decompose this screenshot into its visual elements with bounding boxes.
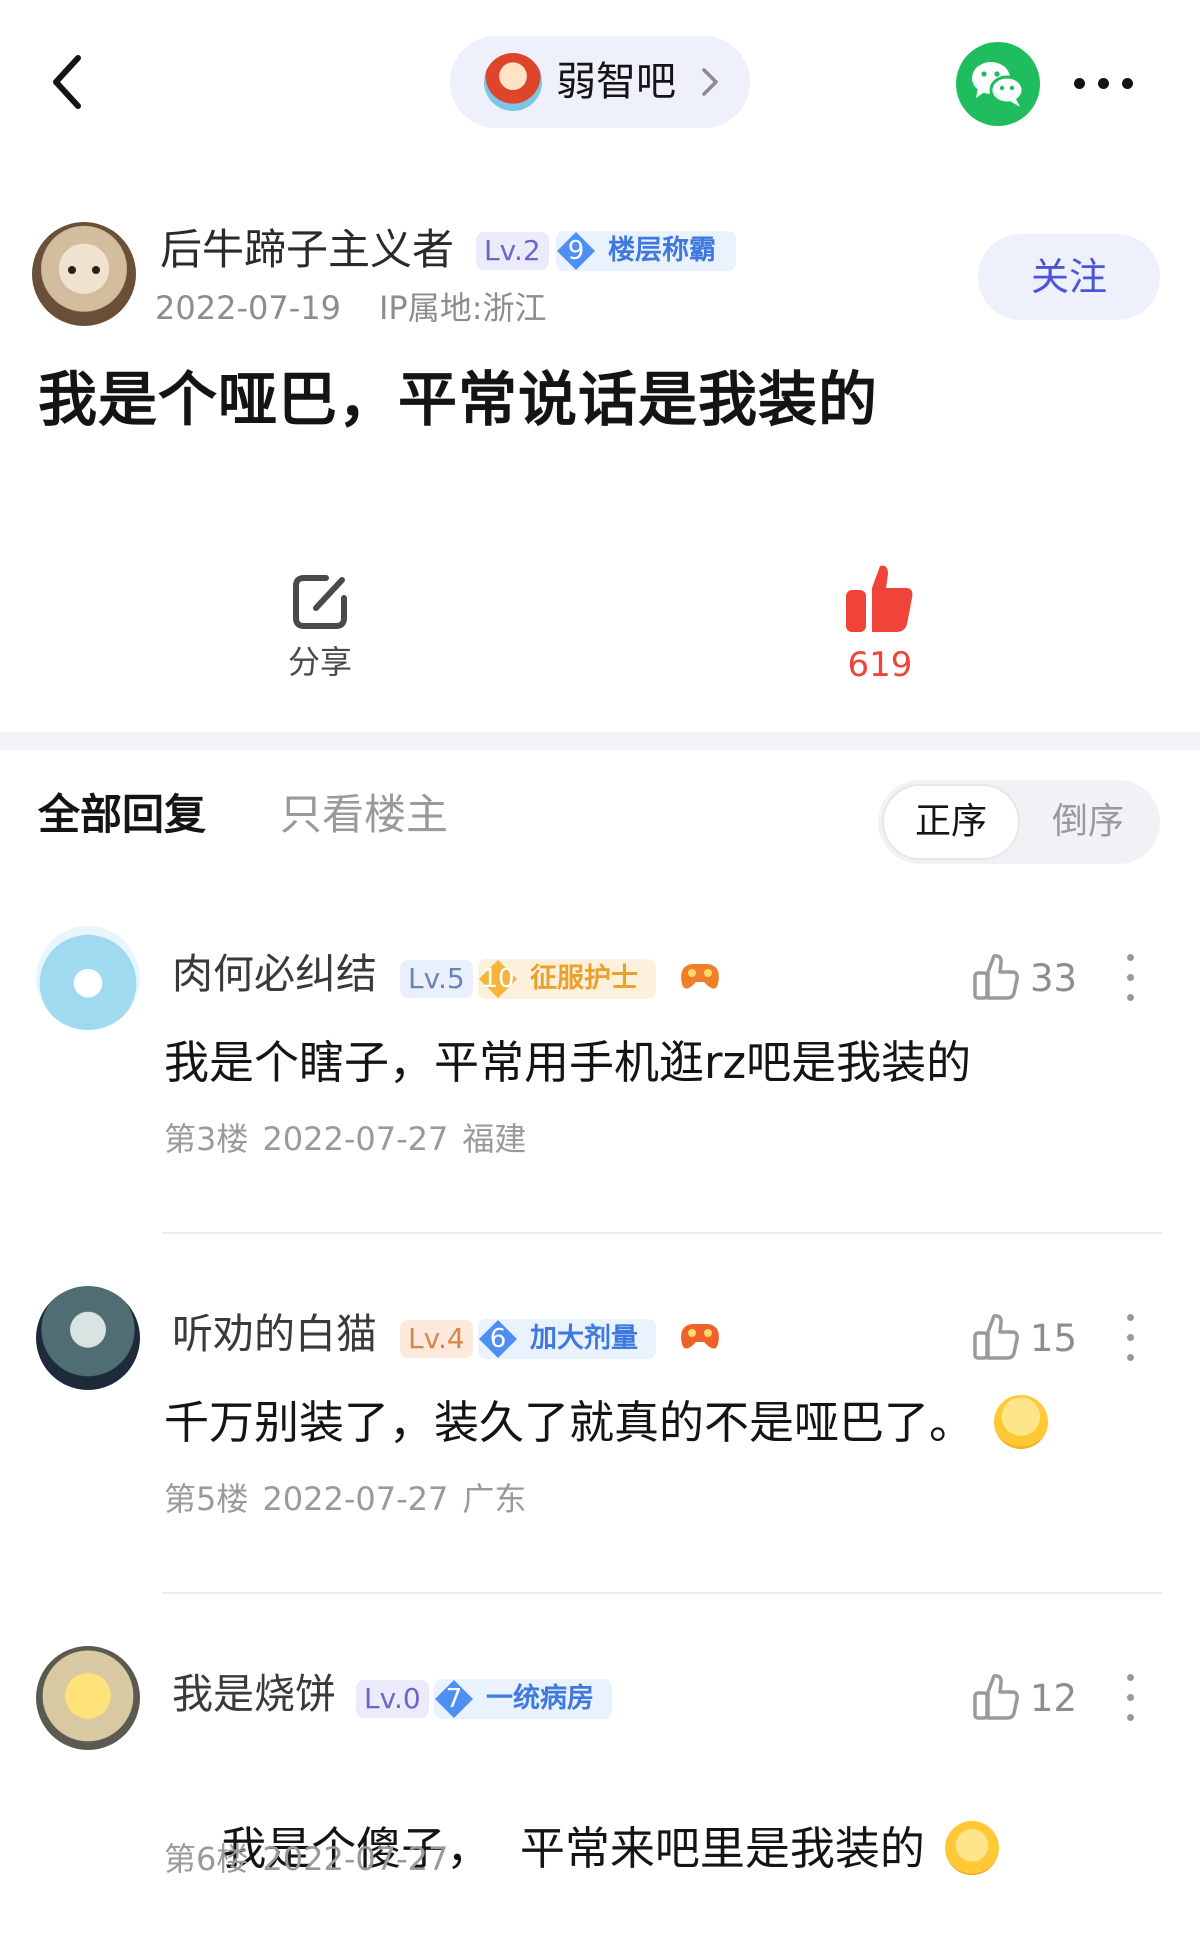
post-date: 2022-07-19 [155, 289, 341, 327]
comment-more-button[interactable] [1122, 1312, 1138, 1364]
commenter-avatar[interactable] [36, 926, 140, 1030]
comment-item: 听劝的白猫 Lv.4 6 加大剂量 15 千万别装了，装久了就真的不是哑巴了。 … [0, 1286, 1200, 1646]
comment-location: 福建 [462, 1120, 527, 1158]
comment-item: 肉何必纠结 Lv.5 10 征服护士 33 我是个瞎子，平常用手机逛rz吧是我装… [0, 926, 1200, 1286]
comment-divider [162, 1592, 1162, 1594]
comment-floor: 第6楼 [164, 1840, 249, 1878]
comment-like-count: 33 [1030, 957, 1078, 1000]
comment-date: 2022-07-27 [262, 1120, 449, 1158]
forum-link[interactable]: 弱智吧 [450, 36, 750, 128]
flushed-face-emoji-icon [994, 1395, 1049, 1449]
back-button[interactable] [46, 50, 96, 114]
commenter-level-badge: Lv.5 [400, 960, 473, 998]
comment-item: 我是烧饼 Lv.0 7 一统病房 12 我是个傻子， 平常来吧里是我装的 第6楼… [0, 1646, 1200, 1947]
commenter-name[interactable]: 我是烧饼 [172, 1666, 336, 1722]
comment-floor: 第5楼 [164, 1480, 249, 1518]
comment-date: 2022-07-27 [262, 1480, 449, 1518]
commenter-badge-number: 10 [481, 964, 515, 994]
comment-meta: 第6楼 2022-07-27 [164, 1836, 448, 1882]
author-name[interactable]: 后牛蹄子主义者 [160, 222, 454, 278]
follow-button[interactable]: 关注 [978, 234, 1160, 320]
thumbs-up-icon [973, 1314, 1019, 1360]
comment-text: 我是个瞎子，平常用手机逛rz吧是我装的 [164, 1036, 972, 1089]
wechat-icon [972, 62, 1025, 107]
share-label: 分享 [287, 643, 352, 681]
post-like-count: 619 [847, 645, 913, 685]
commenter-name[interactable]: 听劝的白猫 [172, 1306, 377, 1362]
thumbs-up-icon [973, 1674, 1019, 1720]
comment-more-button[interactable] [1122, 952, 1138, 1004]
comment-text-wrapper: 千万别装了，装久了就真的不是哑巴了。 [164, 1390, 1049, 1456]
comment-like-count: 15 [1030, 1317, 1078, 1360]
commenter-avatar[interactable] [36, 1286, 140, 1390]
comment-more-button[interactable] [1122, 1672, 1138, 1724]
comment-floor: 第3楼 [164, 1120, 249, 1158]
commenter-title-badge: 6 加大剂量 [478, 1319, 656, 1359]
commenter-badge-number: 6 [489, 1324, 507, 1354]
post-title: 我是个哑巴，平常说话是我装的 [38, 365, 879, 434]
commenter-badge-number: 7 [445, 1684, 463, 1714]
more-options-button[interactable] [1072, 66, 1136, 102]
thumbs-up-icon [973, 954, 1019, 1000]
comment-like-count: 12 [1030, 1677, 1078, 1720]
commenter-name[interactable]: 肉何必纠结 [172, 946, 377, 1002]
like-button[interactable]: 619 [830, 560, 930, 690]
author-badge-number: 9 [567, 236, 585, 266]
comment-meta: 第5楼 2022-07-27 广东 [164, 1476, 526, 1522]
sort-descending-button[interactable]: 倒序 [1020, 784, 1156, 860]
commenter-badge-title: 一统病房 [486, 1683, 594, 1714]
share-icon [293, 575, 347, 629]
tab-all-replies[interactable]: 全部回复 [38, 786, 206, 844]
gamepad-emblem-icon [681, 1324, 719, 1349]
top-bar: 弱智吧 [0, 0, 1200, 165]
share-button[interactable]: 分享 [270, 568, 370, 688]
comment-date: 2022-07-27 [262, 1840, 449, 1878]
sort-ascending-button[interactable]: 正序 [882, 784, 1020, 860]
commenter-level-badge: Lv.4 [400, 1320, 473, 1358]
comment-like-button[interactable]: 15 [972, 1310, 1082, 1366]
back-arrow-icon [53, 55, 81, 109]
ip-location: IP属地:浙江 [378, 289, 547, 327]
commenter-title-badge: 10 征服护士 [478, 959, 656, 999]
commenter-level-badge: Lv.0 [356, 1680, 429, 1718]
author-meta: 2022-07-19 IP属地:浙江 [155, 286, 547, 330]
woozy-face-emoji-icon [944, 1821, 999, 1875]
wechat-share-button[interactable] [956, 42, 1040, 126]
author-avatar[interactable] [32, 222, 136, 326]
tab-op-only[interactable]: 只看楼主 [280, 786, 448, 844]
commenter-avatar[interactable] [36, 1646, 140, 1750]
forum-avatar [484, 53, 542, 111]
comment-like-button[interactable]: 12 [972, 1670, 1082, 1726]
commenter-badge-title: 征服护士 [530, 963, 638, 994]
gamepad-emblem-icon [681, 964, 719, 989]
thumbs-up-filled-icon [846, 565, 913, 632]
forum-name: 弱智吧 [556, 59, 676, 105]
commenter-title-badge: 7 一统病房 [434, 1679, 612, 1719]
section-divider [0, 732, 1200, 750]
comment-text: 千万别装了，装久了就真的不是哑巴了。 [164, 1396, 975, 1449]
comment-divider [162, 1232, 1162, 1234]
sort-toggle: 正序 倒序 [878, 780, 1160, 864]
comment-meta: 第3楼 2022-07-27 福建 [164, 1116, 526, 1162]
chevron-right-icon [702, 68, 718, 96]
author-level-badge: Lv.2 [476, 232, 549, 270]
comment-like-button[interactable]: 33 [972, 950, 1082, 1006]
commenter-badge-title: 加大剂量 [530, 1323, 638, 1354]
author-title-badge: 9 楼层称霸 [556, 231, 736, 271]
comment-location: 广东 [462, 1480, 527, 1518]
author-badge-title: 楼层称霸 [608, 235, 716, 266]
